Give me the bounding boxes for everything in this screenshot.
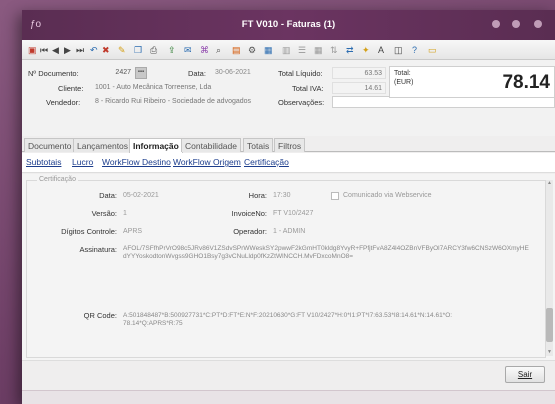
- cert-operador-label: Operador:: [233, 227, 267, 236]
- tab-documento[interactable]: Documento: [24, 138, 76, 152]
- total-liquido-label: Total Líquido:: [278, 69, 323, 78]
- text-icon[interactable]: A: [378, 44, 384, 56]
- documento-label: Nº Documento:: [28, 69, 79, 78]
- folder-icon[interactable]: ▭: [428, 44, 437, 56]
- cert-versao-label: Versão:: [91, 209, 117, 218]
- view-icon[interactable]: ◫: [394, 44, 403, 56]
- scroll-thumb[interactable]: [546, 308, 553, 342]
- data-field[interactable]: 30-06-2021: [212, 67, 268, 79]
- next-record-icon[interactable]: ▶: [64, 44, 71, 56]
- total-value: 78.14: [502, 72, 550, 93]
- subtab-workflow-origem[interactable]: WorkFlow Origem: [173, 157, 241, 167]
- tab-informacao[interactable]: Informação: [129, 138, 183, 153]
- total-currency: (EUR): [394, 79, 414, 86]
- tab-lancamentos[interactable]: Lançamentos: [73, 138, 133, 152]
- delete-icon[interactable]: ✖: [102, 44, 110, 56]
- total-box: Total: (EUR) 78.14: [389, 66, 555, 98]
- subtab-workflow-destino[interactable]: WorkFlow Destino: [102, 157, 171, 167]
- cert-invoiceno-value: FT V10/2427: [273, 210, 314, 217]
- document-header: Nº Documento: 2427 ▪▪▪ Data: 30-06-2021 …: [22, 60, 555, 136]
- scroll-down-icon[interactable]: ▼: [546, 349, 553, 356]
- export-icon[interactable]: ⇪: [168, 44, 176, 56]
- scroll-up-icon[interactable]: ▲: [546, 180, 553, 187]
- subtab-certificacao[interactable]: Certificação: [244, 157, 289, 167]
- maximize-button[interactable]: [512, 20, 520, 28]
- group-title: Certificação: [37, 176, 78, 183]
- last-record-icon[interactable]: ⏭: [76, 44, 84, 56]
- total-iva-label: Total IVA:: [292, 84, 324, 93]
- table-icon[interactable]: ▦: [314, 44, 323, 56]
- cert-assinatura-label: Assinatura:: [79, 245, 117, 254]
- help-icon[interactable]: ?: [412, 44, 417, 56]
- undo-icon[interactable]: ↶: [90, 44, 98, 56]
- star-icon[interactable]: ✦: [362, 44, 370, 56]
- tab-filtros[interactable]: Filtros: [274, 138, 306, 152]
- data-label: Data:: [188, 69, 206, 78]
- documento-lookup-button[interactable]: ▪▪▪: [135, 67, 147, 79]
- copy-icon[interactable]: ❐: [134, 44, 142, 56]
- sub-tabs: Subtotais Lucro WorkFlow Destino WorkFlo…: [22, 153, 555, 173]
- total-label: Total:: [394, 70, 411, 77]
- subtab-subtotais[interactable]: Subtotais: [26, 157, 61, 167]
- vertical-scrollbar[interactable]: ▲ ▼: [546, 180, 553, 356]
- cert-digitos-value: APRS: [123, 228, 143, 235]
- cert-hora-label: Hora:: [248, 191, 267, 200]
- tab-contabilidade[interactable]: Contabilidade: [181, 138, 241, 152]
- layout-icon[interactable]: ▥: [282, 44, 291, 56]
- toolbar: ▣ ⏮ ◀ ▶ ⏭ ↶ ✖ ✎ ❐ ⎙ ⇪ ✉ ⌘ ⌕ ▤ ⚙ ▦ ▥ ☰ ▦ …: [22, 40, 555, 60]
- cert-qr-label: QR Code:: [83, 311, 117, 320]
- first-record-icon[interactable]: ⏮: [40, 44, 48, 56]
- email-icon[interactable]: ✉: [184, 44, 192, 56]
- attach-icon[interactable]: ⌘: [200, 44, 209, 56]
- settings-icon[interactable]: ⚙: [248, 44, 256, 56]
- cliente-label: Cliente:: [58, 84, 84, 93]
- previous-record-icon[interactable]: ◀: [52, 44, 59, 56]
- subtab-lucro[interactable]: Lucro: [72, 157, 93, 167]
- comunicado-label: Comunicado via Webservice: [343, 192, 432, 199]
- documento-field[interactable]: 2427: [96, 67, 134, 79]
- list-icon[interactable]: ☰: [298, 44, 306, 56]
- certificacao-panel: Certificação Data: 05-02-2021 Hora: 17:3…: [22, 174, 555, 360]
- vendedor-label: Vendedor:: [46, 98, 81, 107]
- cert-operador-value: 1 - ADMIN: [273, 228, 306, 235]
- minimize-button[interactable]: [492, 20, 500, 28]
- footer-bar: Sair: [22, 360, 555, 390]
- window-title: FT V010 - Faturas (1): [241, 19, 336, 30]
- title-bar[interactable]: ƒo FT V010 - Faturas (1): [22, 10, 555, 40]
- certificacao-group: Certificação Data: 05-02-2021 Hora: 17:3…: [26, 176, 546, 358]
- total-liquido-field: 63.53: [332, 67, 386, 79]
- grid-icon[interactable]: ▦: [264, 44, 273, 56]
- cert-data-label: Data:: [99, 191, 117, 200]
- workflow-icon[interactable]: ⇄: [346, 44, 354, 56]
- main-tabs: Documento Lançamentos Informação Contabi…: [22, 138, 555, 153]
- cert-assinatura-value: AFOL/7SFfhPrVrO98c5JRv86V1ZSdvSPrWWeskSY…: [123, 245, 529, 260]
- print-icon[interactable]: ⎙: [150, 44, 157, 56]
- vendedor-field[interactable]: 8 - Ricardo Rui Ribeiro - Sociedade de a…: [92, 96, 272, 108]
- total-iva-field: 14.61: [332, 82, 386, 94]
- new-document-icon[interactable]: ▣: [28, 44, 37, 56]
- cert-hora-value: 17:30: [273, 192, 291, 199]
- status-bar: [22, 390, 555, 404]
- close-button[interactable]: [534, 20, 542, 28]
- chart-icon[interactable]: ▤: [232, 44, 241, 56]
- invoice-window: ƒo FT V010 - Faturas (1) ▣ ⏮ ◀ ▶ ⏭ ↶ ✖ ✎…: [22, 10, 555, 404]
- sort-icon[interactable]: ⇅: [330, 44, 338, 56]
- edit-icon[interactable]: ✎: [118, 44, 126, 56]
- tab-totais[interactable]: Totais: [243, 138, 274, 152]
- cert-versao-value: 1: [123, 210, 127, 217]
- observacoes-label: Observações:: [278, 98, 325, 107]
- sair-button[interactable]: Sair: [505, 366, 545, 383]
- cert-invoiceno-label: InvoiceNo:: [231, 209, 267, 218]
- search-icon[interactable]: ⌕: [216, 44, 221, 56]
- cert-qr-value: A:501848487*B:500927731*C:PT*D:FT*E:N*F:…: [123, 312, 453, 327]
- cert-data-value: 05-02-2021: [123, 192, 159, 199]
- cliente-field[interactable]: 1001 - Auto Mecânica Torreense, Lda: [92, 82, 272, 94]
- cert-digitos-label: Dígitos Controle:: [61, 227, 117, 236]
- comunicado-checkbox[interactable]: [331, 192, 339, 200]
